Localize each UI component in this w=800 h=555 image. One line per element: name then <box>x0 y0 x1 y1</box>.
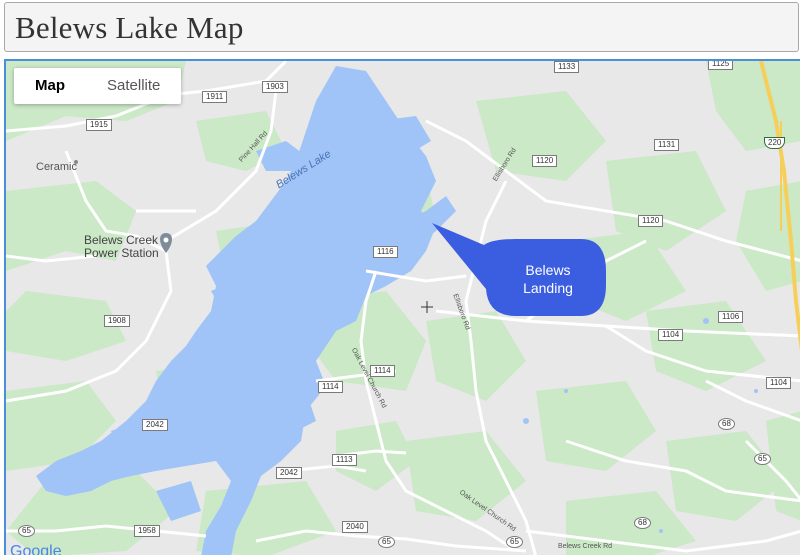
map-type-map-button[interactable]: Map <box>14 68 86 104</box>
map-canvas[interactable]: Map Satellite Ceramic Belews Creek Power… <box>4 59 800 555</box>
route-shield: 1114 <box>370 365 395 377</box>
route-shield-oval: 68 <box>718 418 735 430</box>
place-label-power-station-1: Belews Creek <box>84 233 159 247</box>
map-tiles[interactable] <box>6 61 800 555</box>
road-label-belews-creek: Belews Creek Rd <box>558 543 613 550</box>
route-shield: 1106 <box>718 311 744 323</box>
page-title: Belews Lake Map <box>15 10 244 45</box>
map-type-control[interactable]: Map Satellite <box>14 68 182 104</box>
route-shield: 1908 <box>104 315 130 327</box>
route-shield: 1120 <box>638 215 664 227</box>
route-shield-oval: 68 <box>634 517 651 529</box>
route-shield: 2042 <box>276 467 302 479</box>
route-shield: 1915 <box>86 119 112 131</box>
callout-line-1: Belews <box>525 262 571 278</box>
callout-label: Belews Landing <box>492 261 604 297</box>
route-shield-oval: 65 <box>506 536 523 548</box>
route-shield-oval: 65 <box>754 453 771 465</box>
route-shield: 1131 <box>654 139 680 151</box>
route-shield: 1104 <box>658 329 684 341</box>
page-header: Belews Lake Map <box>4 2 799 52</box>
route-shield: 1911 <box>202 91 228 103</box>
route-shield: 1114 <box>318 381 343 393</box>
route-shield: 1903 <box>262 81 288 93</box>
google-logo[interactable]: Google <box>10 543 62 555</box>
route-shield-oval: 65 <box>18 525 35 537</box>
route-shield: 1125 <box>708 61 734 70</box>
route-shield: 1116 <box>373 246 398 258</box>
route-shield: 2042 <box>142 419 168 431</box>
map-type-satellite-button[interactable]: Satellite <box>86 68 181 104</box>
route-shield: 1104 <box>766 377 792 389</box>
route-shield: 1133 <box>554 61 580 73</box>
place-label-power-station-2: Power Station <box>84 246 159 260</box>
route-shield: 1113 <box>332 454 357 466</box>
route-shield: 1120 <box>532 155 558 167</box>
callout-line-2: Landing <box>523 280 573 296</box>
route-shield: 2040 <box>342 521 368 533</box>
route-shield-oval: 65 <box>378 536 395 548</box>
route-shield: 1958 <box>134 525 160 537</box>
place-label-ceramic: Ceramic <box>36 161 77 173</box>
